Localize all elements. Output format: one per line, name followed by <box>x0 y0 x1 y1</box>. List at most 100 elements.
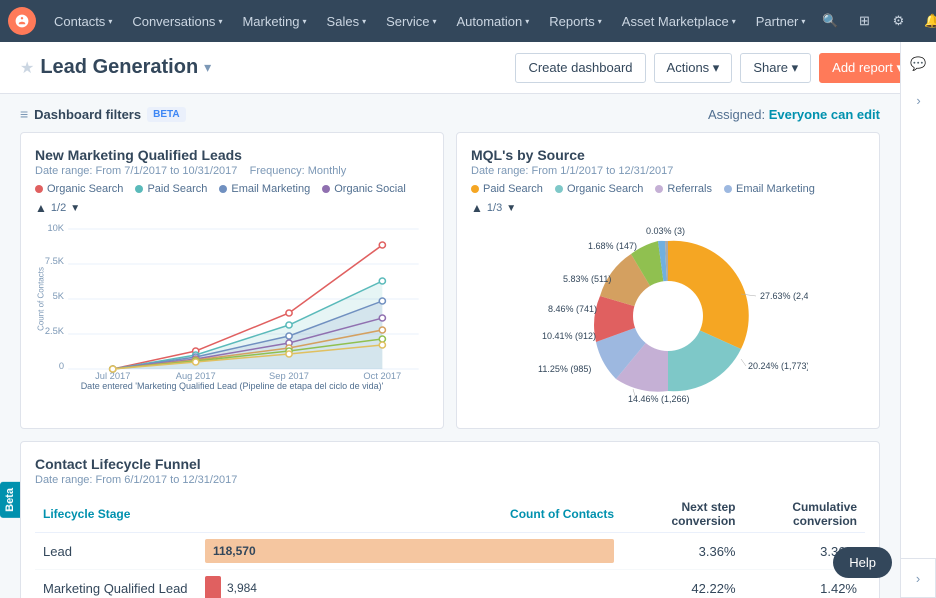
mql-bar-cell: 3,984 <box>197 570 622 598</box>
col-next-step: Next step conversion <box>622 496 743 533</box>
title-dropdown-icon[interactable]: ▾ <box>204 59 211 76</box>
dashboard-area: ≡ Dashboard filters BETA Assigned: Every… <box>0 94 936 598</box>
chevron-down-icon: ▾ <box>598 17 602 26</box>
pie-chart-title: MQL's by Source <box>471 147 865 163</box>
chevron-down-icon[interactable]: ▼ <box>506 203 516 214</box>
line-chart-meta: Date range: From 7/1/2017 to 10/31/2017 … <box>35 165 429 177</box>
beta-badge: BETA <box>147 107 185 122</box>
filters-label: Dashboard filters <box>34 107 141 122</box>
page-title: Lead Generation <box>40 56 198 79</box>
x-axis-label: Date entered 'Marketing Qualified Lead (… <box>35 381 429 391</box>
filters-left: ≡ Dashboard filters BETA <box>20 106 186 122</box>
help-button[interactable]: Help <box>833 547 892 578</box>
next-arrow-button[interactable]: › <box>900 558 936 598</box>
col-count: Count of Contacts <box>197 496 622 533</box>
nav-contacts[interactable]: Contacts ▾ <box>44 0 122 42</box>
table-row: Marketing Qualified Lead 3,984 42.22% 1.… <box>35 570 865 598</box>
chevron-down-icon: ▾ <box>525 17 529 26</box>
svg-text:2.5K: 2.5K <box>45 326 64 336</box>
chevron-down-icon: ▾ <box>303 17 307 26</box>
line-chart-legend: Organic Search Paid Search Email Marketi… <box>35 183 429 195</box>
svg-text:14.46% (1,266): 14.46% (1,266) <box>628 394 690 404</box>
svg-text:Sep 2017: Sep 2017 <box>269 371 309 381</box>
svg-text:1.68% (147): 1.68% (147) <box>588 241 637 251</box>
top-navigation: Contacts ▾ Conversations ▾ Marketing ▾ S… <box>0 0 936 42</box>
chat-icon[interactable]: 💬 <box>905 50 933 78</box>
line-chart-card: New Marketing Qualified Leads Date range… <box>20 132 444 429</box>
chevron-down-icon: ▾ <box>218 17 222 26</box>
pie-chart-card: MQL's by Source Date range: From 1/1/201… <box>456 132 880 429</box>
chevron-down-icon[interactable]: ▼ <box>70 203 80 214</box>
favorite-star-icon[interactable]: ★ <box>20 58 34 78</box>
nav-automation[interactable]: Automation ▾ <box>446 0 539 42</box>
legend-referrals: Referrals <box>655 183 712 195</box>
chevron-down-icon: ▾ <box>432 17 436 26</box>
svg-text:8.46% (741): 8.46% (741) <box>548 304 597 314</box>
line-chart-visual: 0 2.5K 5K 7.5K 10K Jul 2017 Aug 2017 <box>35 219 429 379</box>
stage-lead: Lead <box>35 533 197 570</box>
funnel-title: Contact Lifecycle Funnel <box>35 456 865 472</box>
chevron-down-icon: ▾ <box>732 17 736 26</box>
svg-text:5.83% (511): 5.83% (511) <box>563 274 611 284</box>
funnel-table: Lifecycle Stage Count of Contacts Next s… <box>35 496 865 598</box>
header-actions: Create dashboard Actions ▾ Share ▾ Add r… <box>515 53 916 83</box>
legend-item-organic-social: Organic Social <box>322 183 406 195</box>
nav-reports[interactable]: Reports ▾ <box>539 0 612 42</box>
hubspot-logo[interactable] <box>8 7 36 35</box>
col-cumulative: Cumulative conversion <box>744 496 866 533</box>
funnel-meta: Date range: From 6/1/2017 to 12/31/2017 <box>35 474 865 486</box>
lead-next-step: 3.36% <box>622 533 743 570</box>
create-dashboard-button[interactable]: Create dashboard <box>515 53 645 83</box>
next-page-icon[interactable]: › <box>905 86 933 114</box>
chevron-down-icon: ▾ <box>108 17 112 26</box>
lead-bar-cell: 118,570 <box>197 533 622 570</box>
right-panel: 💬 › <box>900 42 936 598</box>
assigned-value[interactable]: Everyone can edit <box>769 107 880 122</box>
svg-text:Oct 2017: Oct 2017 <box>363 371 401 381</box>
stage-mql: Marketing Qualified Lead <box>35 570 197 598</box>
svg-text:7.5K: 7.5K <box>45 256 64 266</box>
svg-text:20.24% (1,773): 20.24% (1,773) <box>748 361 808 371</box>
filters-row: ≡ Dashboard filters BETA Assigned: Every… <box>20 106 880 122</box>
settings-icon[interactable]: ⚙ <box>883 6 913 36</box>
nav-service[interactable]: Service ▾ <box>376 0 446 42</box>
svg-text:0: 0 <box>59 361 64 371</box>
notifications-icon[interactable]: 🔔 <box>917 6 936 36</box>
beta-side-button[interactable]: Beta <box>0 482 20 518</box>
svg-text:10K: 10K <box>47 223 64 233</box>
header-bar: ★ Lead Generation ▾ Create dashboard Act… <box>0 42 936 94</box>
filter-icon: ≡ <box>20 106 28 122</box>
dashboard-title-area: ★ Lead Generation ▾ <box>20 56 211 79</box>
legend-item-paid-search: Paid Search <box>135 183 207 195</box>
nav-items: Contacts ▾ Conversations ▾ Marketing ▾ S… <box>44 0 815 42</box>
apps-icon[interactable]: ⊞ <box>849 6 879 36</box>
pie-chart-pagination: ▲ 1/3 ▼ <box>471 201 865 215</box>
funnel-card: Contact Lifecycle Funnel Date range: Fro… <box>20 441 880 598</box>
svg-text:5K: 5K <box>53 291 64 301</box>
nav-right-icons: 🔍 ⊞ ⚙ 🔔 JD ▾ <box>815 6 936 36</box>
pie-chart-legend: Paid Search Organic Search Referrals Ema… <box>471 183 865 195</box>
share-button[interactable]: Share ▾ <box>740 53 811 83</box>
svg-text:0.03% (3): 0.03% (3) <box>646 226 685 236</box>
line-chart-pagination: ▲ 1/2 ▼ <box>35 201 429 215</box>
legend-item-email-marketing: Email Marketing <box>219 183 310 195</box>
lead-count: 118,570 <box>213 544 256 558</box>
nav-conversations[interactable]: Conversations ▾ <box>122 0 232 42</box>
nav-partner[interactable]: Partner ▾ <box>746 0 816 42</box>
table-row: Lead 118,570 3.36% 3.36% <box>35 533 865 570</box>
search-icon[interactable]: 🔍 <box>815 6 845 36</box>
svg-text:27.63% (2,420): 27.63% (2,420) <box>760 291 808 301</box>
assigned-label: Assigned: <box>708 107 765 122</box>
nav-marketing[interactable]: Marketing ▾ <box>232 0 316 42</box>
legend-email-marketing: Email Marketing <box>724 183 815 195</box>
legend-item-organic-search: Organic Search <box>35 183 123 195</box>
chevron-down-icon: ▾ <box>362 17 366 26</box>
nav-asset-marketplace[interactable]: Asset Marketplace ▾ <box>612 0 746 42</box>
charts-row: New Marketing Qualified Leads Date range… <box>20 132 880 429</box>
actions-button[interactable]: Actions ▾ <box>654 53 733 83</box>
legend-organic-search: Organic Search <box>555 183 643 195</box>
col-lifecycle: Lifecycle Stage <box>35 496 197 533</box>
nav-sales[interactable]: Sales ▾ <box>317 0 377 42</box>
legend-paid-search: Paid Search <box>471 183 543 195</box>
svg-text:11.25% (985): 11.25% (985) <box>538 364 591 374</box>
